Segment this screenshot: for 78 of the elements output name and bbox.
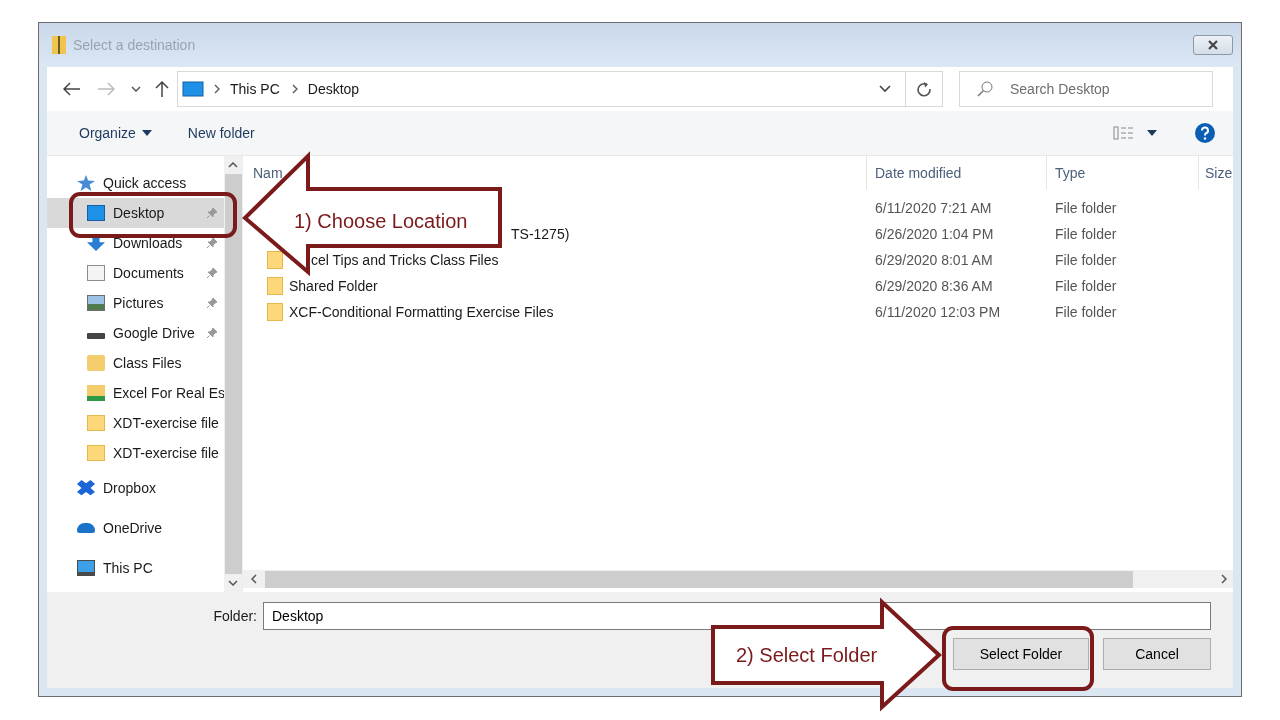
folder-icon (87, 415, 105, 431)
file-name[interactable]: XCF-Conditional Formatting Exercise Files (289, 304, 554, 320)
folder-icon (87, 445, 105, 461)
date-cell-text: 6/29/2020 8:01 AM (874, 252, 994, 268)
sidebar-item[interactable]: Desktop (47, 198, 224, 228)
sidebar-item[interactable]: Dropbox (47, 468, 224, 508)
date-cell-text: 6/29/2020 8:36 AM (874, 278, 994, 294)
column-header[interactable]: Type (1047, 156, 1199, 190)
chevron-down-icon[interactable] (131, 86, 141, 92)
file-name[interactable]: cel Tips and Tricks Class Files (311, 252, 499, 268)
sidebar-item[interactable]: XDT-exercise file (47, 438, 224, 468)
close-icon (1206, 40, 1220, 50)
up-arrow-icon[interactable] (155, 80, 169, 98)
monitor-icon (87, 205, 105, 221)
breadcrumb[interactable]: This PC (230, 81, 280, 97)
scroll-right-icon[interactable] (1221, 574, 1227, 584)
breadcrumb[interactable]: Desktop (307, 81, 360, 97)
search-icon (977, 81, 993, 97)
dialog-button[interactable]: Cancel (1103, 638, 1211, 670)
help-icon[interactable] (1195, 123, 1215, 143)
scrollbar[interactable] (224, 156, 242, 592)
folder-icon (267, 277, 283, 295)
dialog-button[interactable]: Select Folder (953, 638, 1089, 670)
folder-icon (267, 251, 283, 269)
pin-icon[interactable] (206, 237, 218, 249)
picture-icon (87, 295, 105, 311)
chevron-right-icon (291, 84, 298, 94)
drive-icon (87, 333, 105, 339)
cloud-icon (77, 523, 95, 533)
date-cell-text: 6/11/2020 12:03 PM (874, 304, 1002, 320)
type-cell-text: File folder (1054, 304, 1118, 320)
sidebar-item[interactable]: XDT-exercise file (47, 408, 224, 438)
folder-field[interactable]: Desktop (263, 602, 1211, 630)
refresh-icon (916, 81, 932, 97)
boxes-icon (77, 480, 95, 496)
type-cell-text: File folder (1054, 200, 1118, 216)
chevron-right-icon (214, 84, 220, 94)
search-field[interactable]: Search Desktop (959, 71, 1213, 107)
document-icon (87, 265, 105, 281)
scroll-up-icon[interactable] (228, 162, 238, 168)
monitor-icon (182, 81, 204, 97)
caret-icon (141, 130, 152, 136)
window-title: Select a destination (73, 37, 196, 53)
type-cell-text: File folder (1054, 278, 1118, 294)
date-cell-text: 6/26/2020 1:04 PM (874, 226, 995, 242)
organize-button[interactable]: Organize (71, 121, 160, 145)
new-folder-button[interactable]: New folder (179, 121, 263, 145)
scroll-left-icon[interactable] (251, 574, 257, 584)
sidebar-item[interactable]: Class Files (47, 348, 224, 378)
dropdown-arrow-icon[interactable] (1147, 130, 1157, 136)
back-arrow-icon[interactable] (63, 82, 81, 96)
chevron-down-icon[interactable] (879, 85, 891, 93)
sidebar-item[interactable]: Pictures (47, 288, 224, 318)
sidebar-item[interactable]: This PC (47, 548, 224, 588)
sidebar-item[interactable]: Downloads (47, 228, 224, 258)
folder-icon (267, 303, 283, 321)
callout-label: 2) Select Folder (736, 644, 878, 666)
user-folder-icon (87, 355, 105, 371)
sidebar-item[interactable]: OneDrive (47, 508, 224, 548)
column-header[interactable]: Date modified (867, 156, 1047, 190)
sidebar-item[interactable]: Excel For Real Es (47, 378, 224, 408)
file-name[interactable]: Shared Folder (289, 278, 378, 294)
type-cell-text: File folder (1054, 226, 1118, 242)
callout-label: 1) Choose Location (294, 210, 468, 232)
computer-icon (77, 560, 95, 576)
field-label: Folder: (213, 608, 257, 624)
date-cell-text: 6/11/2020 7:21 AM (874, 200, 993, 216)
zip-folder-icon (51, 35, 67, 55)
type-cell-text: File folder (1054, 252, 1118, 268)
sidebar-item[interactable]: Documents (47, 258, 224, 288)
file-name[interactable]: TS-1275) (511, 226, 570, 242)
synced-folder-icon (87, 385, 105, 401)
scroll-down-icon[interactable] (228, 580, 238, 586)
scrollbar[interactable] (243, 570, 1233, 588)
address-bar[interactable]: This PC Desktop (177, 71, 943, 107)
sidebar-item[interactable]: Google Drive (47, 318, 224, 348)
close-button[interactable] (1193, 35, 1233, 55)
sidebar-item[interactable]: Quick access (47, 168, 224, 198)
